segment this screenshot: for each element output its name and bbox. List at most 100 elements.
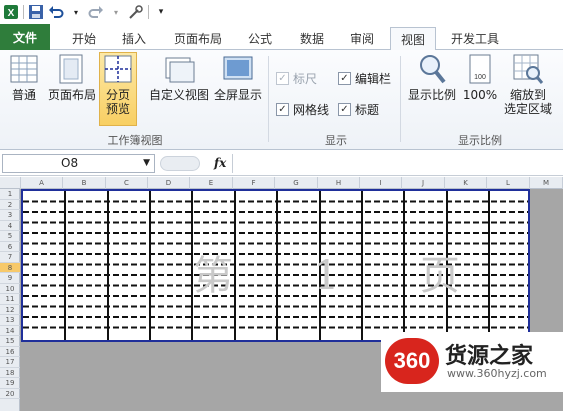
workbook-views-group-label: 工作簿视图: [107, 134, 163, 147]
tab-file[interactable]: 文件: [0, 24, 50, 50]
quick-access-toolbar: X ▾ ▾ ▾: [0, 0, 563, 24]
row-header[interactable]: 4: [0, 221, 20, 231]
svg-text:100: 100: [474, 74, 486, 81]
column-header[interactable]: J: [402, 177, 445, 189]
row-header[interactable]: 3: [0, 210, 20, 221]
logo-site-name: 货源之家: [445, 343, 534, 369]
redo-icon[interactable]: [88, 4, 104, 20]
toolbar-separator: [148, 5, 149, 19]
tab-developer[interactable]: 开发工具: [442, 27, 508, 50]
page-number-watermark: 第 1 页: [193, 253, 494, 299]
gridlines-checkbox[interactable]: ✓ 网格线: [276, 101, 329, 118]
column-header[interactable]: E: [190, 177, 233, 189]
site-logo: 360 货源之家 www.360hyzj.com: [381, 332, 563, 392]
zoom-to-selection-label: 缩放到 选定区域: [503, 88, 552, 116]
row-header[interactable]: 19: [0, 378, 20, 389]
row-header[interactable]: 20: [0, 389, 20, 399]
row-header[interactable]: 11: [0, 294, 20, 305]
custom-views-label: 自定义视图: [148, 88, 209, 102]
column-header[interactable]: H: [318, 177, 360, 189]
column-header[interactable]: L: [487, 177, 530, 189]
row-header[interactable]: 18: [0, 368, 20, 378]
custom-views-icon: [165, 57, 195, 83]
row-header[interactable]: 14: [0, 326, 20, 336]
row-header[interactable]: 16: [0, 347, 20, 357]
column-header[interactable]: C: [106, 177, 148, 189]
column-header[interactable]: M: [530, 177, 563, 189]
row-header[interactable]: 12: [0, 305, 20, 315]
toolbar-separator: [23, 5, 24, 19]
ribbon-tabs: 文件 开始 插入 页面布局 公式 数据 审阅 视图 开发工具: [0, 24, 563, 51]
logo-360-badge: 360: [385, 338, 439, 384]
column-header[interactable]: I: [360, 177, 402, 189]
page-break-preview-button[interactable]: 分页 预览: [99, 52, 137, 126]
column-header[interactable]: F: [233, 177, 275, 189]
undo-icon[interactable]: [48, 4, 64, 20]
normal-view-label: 普通: [11, 88, 36, 102]
zoom-100-icon: 100: [469, 54, 491, 84]
zoom-button[interactable]: 显示比例: [406, 53, 458, 123]
custom-views-button[interactable]: 自定义视图: [148, 53, 210, 123]
save-icon[interactable]: [28, 4, 44, 20]
ruler-checkbox[interactable]: ✓ 标尺: [276, 70, 317, 87]
full-screen-icon: [223, 56, 253, 80]
group-divider: [400, 56, 401, 142]
zoom-label: 显示比例: [407, 88, 456, 102]
tab-page-layout[interactable]: 页面布局: [162, 27, 234, 50]
page-layout-view-button[interactable]: 页面布局: [46, 53, 98, 123]
tab-data[interactable]: 数据: [290, 27, 334, 50]
full-screen-label: 全屏显示: [213, 88, 262, 102]
row-header[interactable]: 7: [0, 252, 20, 263]
name-box[interactable]: O8 ▼: [2, 154, 155, 173]
row-header[interactable]: 10: [0, 284, 20, 294]
zoom-group-label: 显示比例: [458, 134, 502, 147]
page-layout-icon: [59, 54, 83, 84]
gridlines-label: 网格线: [293, 103, 330, 117]
row-header[interactable]: 6: [0, 242, 20, 252]
formula-input[interactable]: [232, 154, 561, 173]
formula-bar-resize-handle[interactable]: [160, 156, 200, 171]
customize-icon[interactable]: [128, 4, 144, 20]
normal-view-icon: [10, 55, 38, 83]
tab-insert[interactable]: 插入: [112, 27, 156, 50]
tab-review[interactable]: 审阅: [340, 27, 384, 50]
column-header[interactable]: D: [148, 177, 190, 189]
row-header[interactable]: 1: [0, 189, 20, 200]
insert-function-icon[interactable]: fx: [214, 156, 226, 170]
zoom-to-selection-button[interactable]: 缩放到 选定区域: [500, 53, 556, 127]
formula-bar-checkbox[interactable]: ✓ 编辑栏: [338, 70, 391, 87]
zoom-to-selection-icon: [513, 54, 544, 84]
tab-home[interactable]: 开始: [58, 27, 110, 50]
row-header[interactable]: 17: [0, 357, 20, 368]
row-header[interactable]: 5: [0, 231, 20, 242]
formula-bar-check-icon: ✓: [338, 72, 351, 85]
headings-checkbox[interactable]: ✓ 标题: [338, 101, 379, 118]
column-header[interactable]: B: [63, 177, 106, 189]
tab-formulas[interactable]: 公式: [238, 27, 282, 50]
formula-bar: O8 ▼ fx: [0, 152, 563, 176]
normal-view-button[interactable]: 普通: [4, 53, 44, 123]
column-header[interactable]: A: [21, 177, 63, 189]
name-box-dropdown-icon[interactable]: ▼: [143, 155, 150, 172]
redo-dropdown-icon[interactable]: ▾: [108, 4, 124, 20]
logo-url: www.360hyzj.com: [447, 367, 547, 380]
headings-check-icon: ✓: [338, 103, 351, 116]
row-header-selected[interactable]: 8: [0, 262, 20, 273]
full-screen-button[interactable]: 全屏显示: [212, 53, 264, 123]
customize-qat-dropdown-icon[interactable]: ▾: [153, 4, 169, 20]
tab-view[interactable]: 视图: [390, 27, 436, 51]
zoom-100-button[interactable]: 100 100%: [460, 53, 500, 123]
group-divider: [268, 56, 269, 142]
undo-dropdown-icon[interactable]: ▾: [68, 4, 84, 20]
row-header[interactable]: 15: [0, 336, 20, 347]
column-headers: A B C D E F G H I J K L M: [0, 177, 563, 189]
print-page-area[interactable]: 第 1 页: [21, 189, 530, 342]
page-break-preview-icon: [104, 55, 132, 83]
row-header[interactable]: 13: [0, 315, 20, 326]
select-all-corner[interactable]: [0, 177, 21, 189]
row-header[interactable]: 2: [0, 200, 20, 210]
row-header[interactable]: 9: [0, 273, 20, 284]
column-header[interactable]: K: [445, 177, 487, 189]
svg-text:X: X: [8, 8, 15, 19]
column-header[interactable]: G: [275, 177, 318, 189]
